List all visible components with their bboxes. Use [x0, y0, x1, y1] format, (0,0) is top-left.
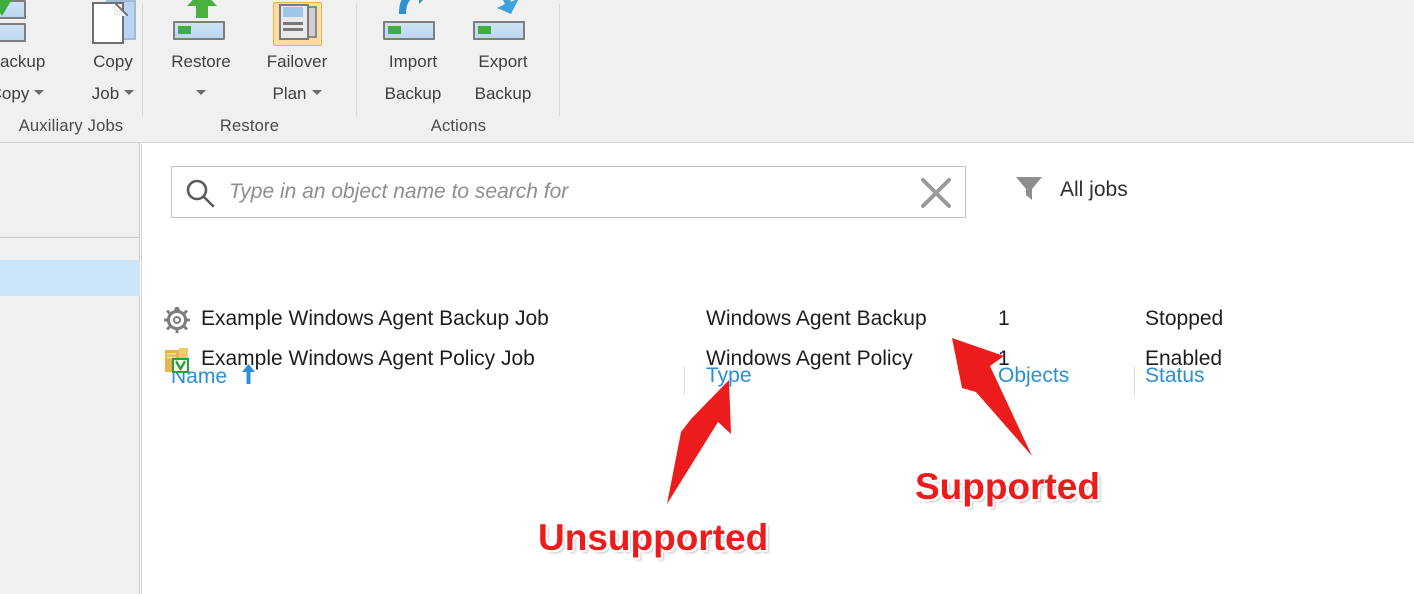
failover-plan-icon	[247, 0, 347, 46]
ribbon-button-import-backup[interactable]: Import Backup	[365, 0, 461, 110]
sidebar-selected-item[interactable]	[0, 260, 140, 296]
ribbon-button-export-backup[interactable]: Export Backup	[455, 0, 551, 110]
content-pane: Type in an object name to search for All…	[141, 144, 1414, 594]
ribbon-visible-groups: Backup Copy	[0, 0, 560, 142]
ribbon-toolbar: Backup Copy	[0, 0, 1414, 143]
chevron-down-icon[interactable]	[124, 90, 135, 96]
cell-status: Stopped	[1145, 307, 1224, 330]
magnifier-icon	[185, 178, 215, 213]
policy-document-icon	[164, 347, 190, 374]
cell-status: Enabled	[1145, 347, 1223, 370]
funnel-filter-icon	[1014, 173, 1044, 208]
cell-type: Windows Agent Backup	[706, 307, 927, 330]
ribbon-button-label: Export	[478, 52, 528, 71]
ribbon-group-label-restore: Restore	[219, 117, 280, 135]
ribbon-group-actions: Import Backup Export Backup Actions	[357, 0, 560, 142]
ribbon-group-label-actions: Actions	[430, 117, 487, 135]
search-input-placeholder: Type in an object name to search for	[229, 180, 569, 203]
cell-objects: 1	[998, 307, 1010, 330]
ribbon-group-label-auxiliary-jobs: Auxiliary Jobs	[18, 117, 124, 135]
table-row[interactable]: Example Windows Agent Policy Job Windows…	[142, 339, 1414, 379]
restore-icon	[155, 0, 247, 46]
gear-job-icon	[164, 307, 190, 333]
annotation-unsupported: Unsupported	[538, 517, 769, 558]
cell-name: Example Windows Agent Backup Job	[201, 307, 549, 330]
ribbon-button-failover-plan[interactable]: Failover Plan	[247, 0, 347, 110]
ribbon-button-label-2: Copy	[0, 84, 30, 103]
filter-label: All jobs	[1060, 178, 1128, 201]
ribbon-button-label: Failover	[266, 52, 328, 71]
ribbon-button-label-2: Plan	[272, 84, 307, 103]
grid-header-row: Name Type Objects Status	[142, 254, 1414, 395]
cell-name: Example Windows Agent Policy Job	[201, 347, 535, 370]
annotation-arrow-supported	[952, 338, 1032, 456]
annotation-arrow-unsupported	[667, 380, 731, 504]
backup-copy-icon	[0, 0, 62, 46]
navigation-sidebar[interactable]	[0, 143, 140, 594]
annotation-supported: Supported	[915, 466, 1100, 507]
ribbon-button-backup-copy[interactable]: Backup Copy	[0, 0, 62, 110]
ribbon-group-separator	[559, 4, 560, 116]
table-row[interactable]: Example Windows Agent Backup Job Windows…	[142, 299, 1414, 339]
search-box[interactable]: Type in an object name to search for	[171, 166, 966, 218]
ribbon-button-label-2: Job	[91, 84, 120, 103]
ribbon-button-label: Import	[388, 52, 438, 71]
import-backup-icon	[365, 0, 461, 46]
chevron-down-icon[interactable]	[34, 90, 45, 96]
sidebar-divider	[0, 237, 140, 238]
export-backup-icon	[455, 0, 551, 46]
ribbon-button-label: Restore	[171, 52, 231, 71]
filter-all-jobs-button[interactable]: All jobs	[1014, 170, 1128, 210]
application-window: Backup Copy	[0, 0, 1414, 594]
ribbon-button-label-2: Backup	[384, 84, 442, 103]
ribbon-button-label: Backup	[0, 52, 46, 71]
chevron-down-icon[interactable]	[196, 90, 206, 96]
ribbon-group-auxiliary-jobs: Backup Copy	[0, 0, 143, 142]
ribbon-group-restore: Restore Failover Plan Restore	[143, 0, 357, 142]
ribbon-button-label-2: Backup	[474, 84, 532, 103]
chevron-down-icon[interactable]	[311, 90, 322, 96]
clear-x-icon[interactable]	[919, 176, 953, 215]
ribbon-button-restore[interactable]: Restore	[155, 0, 247, 110]
